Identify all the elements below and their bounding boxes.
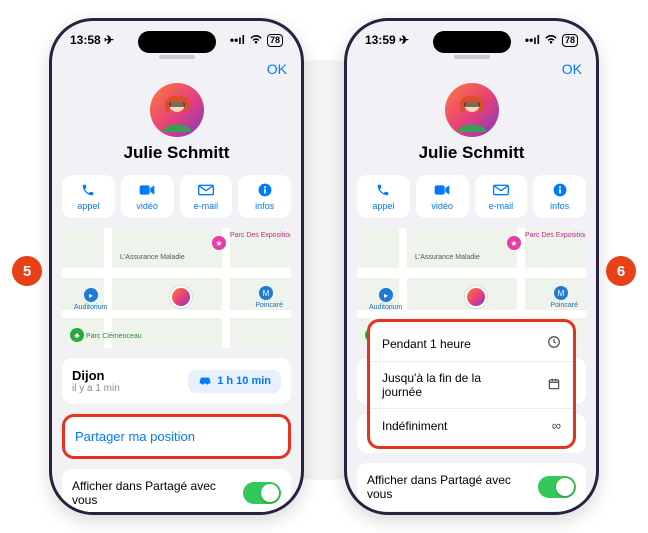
- eta-pill[interactable]: 1 h 10 min: [188, 370, 281, 393]
- info-icon: [258, 182, 272, 198]
- video-icon: [139, 182, 155, 198]
- share-location-button[interactable]: Partager ma position: [62, 414, 291, 459]
- duration-option-1hour[interactable]: Pendant 1 heure: [370, 326, 573, 362]
- sheet-handle[interactable]: [159, 55, 195, 59]
- avatar[interactable]: [150, 83, 204, 137]
- info-label: infos: [255, 201, 274, 211]
- poi-park-label: Parc Clémenceau: [86, 333, 142, 340]
- poi-park-icon: ♣: [70, 328, 84, 342]
- step-badge-5: 5: [12, 256, 42, 286]
- video-label: vidéo: [136, 201, 158, 211]
- poi-poincare-label: Poincaré: [255, 302, 283, 309]
- duration-option-end-of-day[interactable]: Jusqu'à la fin de la journée: [370, 362, 573, 409]
- poi-expo-icon: ★: [212, 236, 226, 250]
- poi-auditorium-icon: ▸: [379, 288, 393, 302]
- phone-mockup-left: 13:58 ✈ ••ıl 78 OK Julie Schmitt: [49, 18, 304, 515]
- eta-text: 1 h 10 min: [217, 375, 271, 387]
- poi-auditorium-icon: ▸: [84, 288, 98, 302]
- mail-button[interactable]: e-mail: [180, 175, 233, 218]
- poi-expo-label: Parc Des Expositions Et Congrès: [525, 232, 586, 239]
- location-card[interactable]: Dijon il y a 1 min 1 h 10 min: [62, 358, 291, 404]
- shared-with-you-row: Afficher dans Partagé avec vous: [357, 463, 586, 511]
- phone-icon: [81, 182, 95, 198]
- sheet-handle[interactable]: [454, 55, 490, 59]
- mail-icon: [198, 182, 214, 198]
- duration-option-indefinitely[interactable]: Indéfiniment ∞: [370, 409, 573, 442]
- calendar-icon: [547, 377, 561, 394]
- call-label: appel: [372, 201, 394, 211]
- wifi-icon: [544, 33, 558, 47]
- shared-with-you-row: Afficher dans Partagé avec vous: [62, 469, 291, 512]
- map-view[interactable]: ★ Parc Des Expositions Et Congrès L'Assu…: [62, 228, 291, 348]
- phone-mockup-right: 13:59 ✈ ••ıl 78 OK Julie Schmitt: [344, 18, 599, 515]
- battery-icon: 78: [267, 34, 283, 47]
- location-city: Dijon: [72, 368, 120, 383]
- video-icon: [434, 182, 450, 198]
- poi-poincare-label: Poincaré: [550, 302, 578, 309]
- signal-icon: ••ıl: [230, 33, 245, 47]
- dynamic-island: [138, 31, 216, 53]
- mail-icon: [493, 182, 509, 198]
- video-button[interactable]: vidéo: [121, 175, 174, 218]
- call-button[interactable]: appel: [62, 175, 115, 218]
- contact-name: Julie Schmitt: [419, 143, 525, 163]
- wifi-icon: [249, 33, 263, 47]
- info-button[interactable]: infos: [238, 175, 291, 218]
- poi-expo-icon: ★: [507, 236, 521, 250]
- mail-label: e-mail: [489, 201, 514, 211]
- info-label: infos: [550, 201, 569, 211]
- video-button[interactable]: vidéo: [416, 175, 469, 218]
- dynamic-island: [433, 31, 511, 53]
- poi-assurance-label: L'Assurance Maladie: [120, 254, 185, 261]
- video-label: vidéo: [431, 201, 453, 211]
- poi-expo-label: Parc Des Expositions Et Congrès: [230, 232, 291, 239]
- option-label: Pendant 1 heure: [382, 337, 471, 351]
- poi-poincare-icon: M: [259, 286, 273, 300]
- poi-assurance-label: L'Assurance Maladie: [415, 254, 480, 261]
- contact-location-pin[interactable]: [465, 286, 487, 308]
- ok-button[interactable]: OK: [267, 61, 287, 77]
- option-label: Indéfiniment: [382, 419, 447, 433]
- car-icon: [198, 375, 212, 388]
- info-icon: [553, 182, 567, 198]
- phone-icon: [376, 182, 390, 198]
- poi-poincare-icon: M: [554, 286, 568, 300]
- mail-button[interactable]: e-mail: [475, 175, 528, 218]
- signal-icon: ••ıl: [525, 33, 540, 47]
- mail-label: e-mail: [194, 201, 219, 211]
- status-time: 13:58 ✈: [70, 33, 114, 47]
- contact-name: Julie Schmitt: [124, 143, 230, 163]
- avatar[interactable]: [445, 83, 499, 137]
- infinity-icon: ∞: [552, 418, 561, 433]
- toggle-label: Afficher dans Partagé avec vous: [72, 479, 243, 507]
- poi-auditorium-label: Auditorium: [74, 304, 107, 311]
- location-time: il y a 1 min: [72, 383, 120, 394]
- shared-with-you-toggle[interactable]: [243, 482, 281, 504]
- toggle-label: Afficher dans Partagé avec vous: [367, 473, 538, 501]
- clock-icon: [547, 335, 561, 352]
- step-badge-6: 6: [606, 256, 636, 286]
- ok-button[interactable]: OK: [562, 61, 582, 77]
- shared-with-you-toggle[interactable]: [538, 476, 576, 498]
- info-button[interactable]: infos: [533, 175, 586, 218]
- call-label: appel: [77, 201, 99, 211]
- footer-text: Le contenu partagé dans cette conversati…: [357, 511, 586, 512]
- contact-location-pin[interactable]: [170, 286, 192, 308]
- option-label: Jusqu'à la fin de la journée: [382, 371, 512, 399]
- duration-popover: Pendant 1 heure Jusqu'à la fin de la jou…: [367, 319, 576, 449]
- call-button[interactable]: appel: [357, 175, 410, 218]
- status-time: 13:59 ✈: [365, 33, 409, 47]
- poi-auditorium-label: Auditorium: [369, 304, 402, 311]
- battery-icon: 78: [562, 34, 578, 47]
